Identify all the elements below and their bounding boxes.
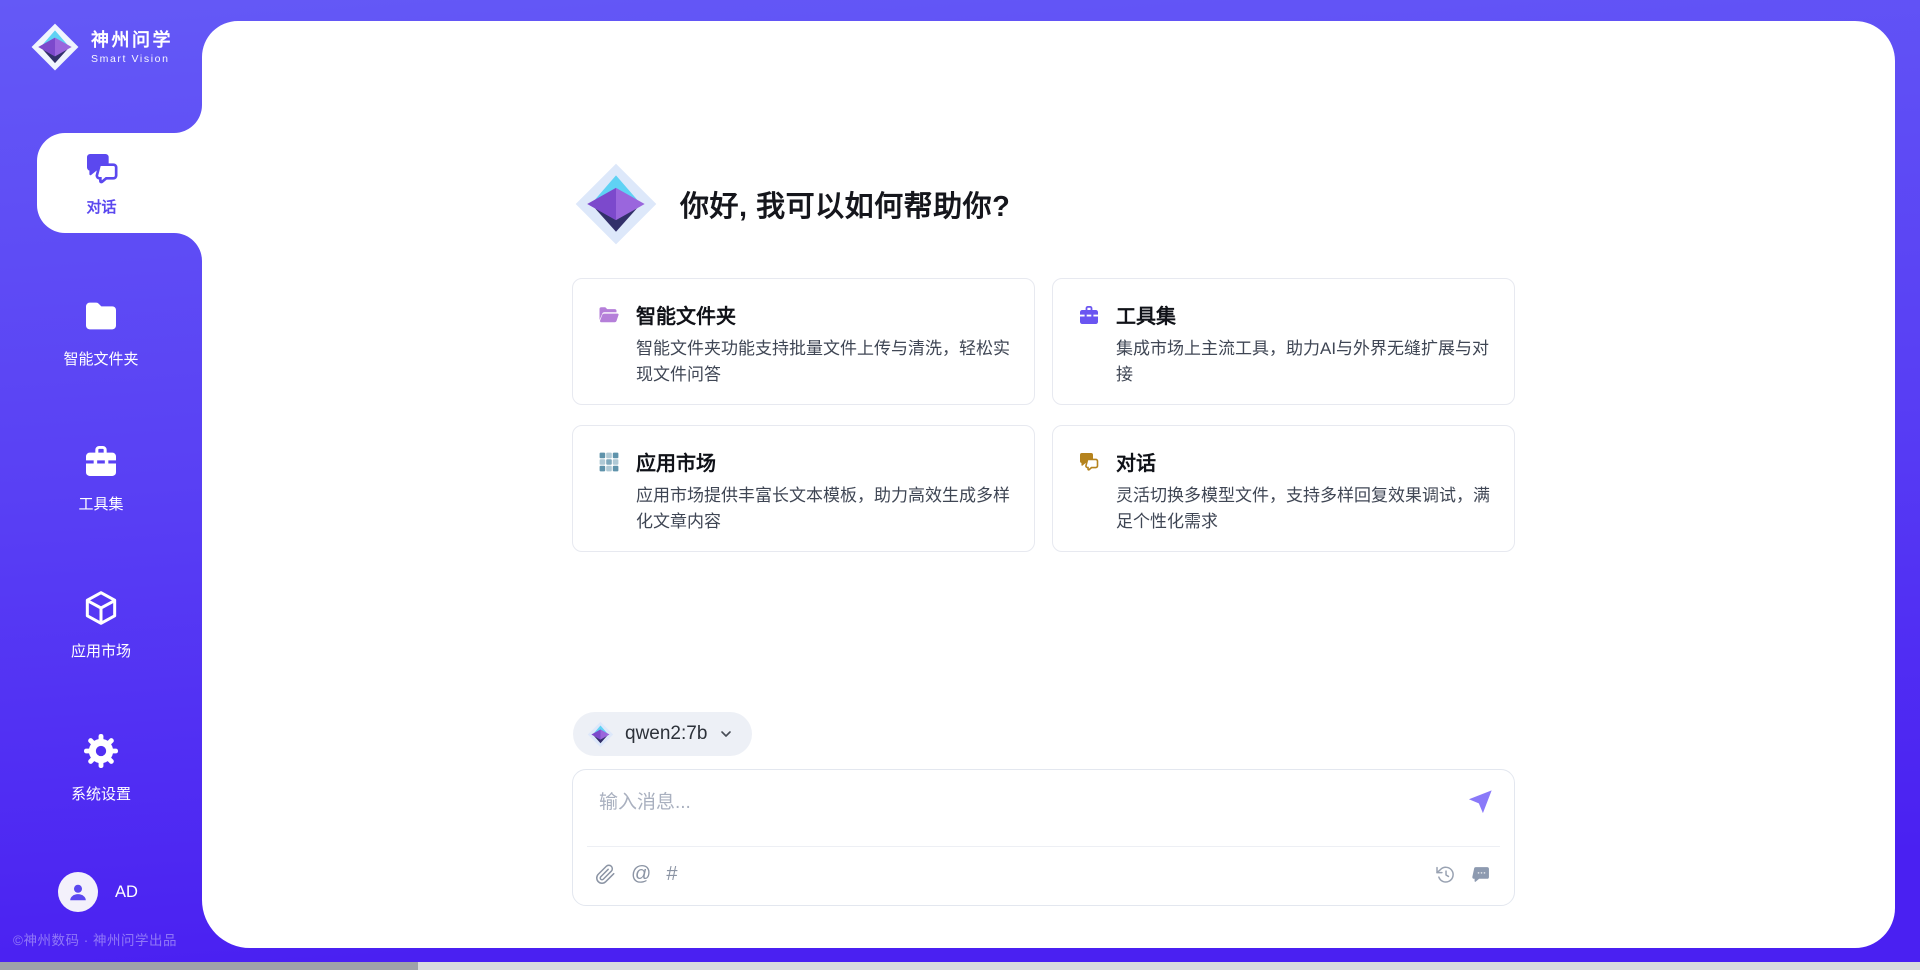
message-composer: @ # [572,769,1515,906]
greeting: 你好, 我可以如何帮助你? [573,161,1010,247]
message-input[interactable] [597,785,1421,841]
feedback-chat-icon[interactable] [1471,864,1492,885]
card-description: 智能文件夹功能支持批量文件上传与清洗，轻松实现文件问答 [636,336,1010,387]
model-selector[interactable]: qwen2:7b [573,712,752,756]
toolbox-icon [1077,303,1101,327]
avatar [58,872,98,912]
horizontal-scrollbar [0,962,1920,970]
cube-icon [81,588,121,628]
card-description: 集成市场上主流工具，助力AI与外界无缝扩展与对接 [1116,336,1490,387]
chat-icon [82,149,122,189]
composer-divider [587,846,1500,847]
card-title: 应用市场 [636,447,716,476]
feature-cards: 智能文件夹 智能文件夹功能支持批量文件上传与清洗，轻松实现文件问答 工具集 集成… [572,278,1516,552]
toolbox-icon [81,441,121,481]
scrollbar-thumb[interactable] [0,962,418,970]
sidebar-item-app-market[interactable]: 应用市场 [0,588,202,661]
brand-logo-icon [30,22,80,72]
assistant-logo-icon [573,161,659,247]
sidebar-item-label: 系统设置 [71,783,131,804]
greeting-title: 你好, 我可以如何帮助你? [680,183,1010,225]
gear-icon [81,731,121,771]
sidebar-item-label: 对话 [86,196,116,217]
card-title: 工具集 [1116,300,1176,329]
card-title: 对话 [1116,447,1156,476]
card-toolset[interactable]: 工具集 集成市场上主流工具，助力AI与外界无缝扩展与对接 [1052,278,1515,405]
attachment-icon[interactable] [595,864,616,885]
card-description: 应用市场提供丰富长文本模板，助力高效生成多样化文章内容 [636,483,1010,534]
brand: 神州问学 Smart Vision [30,22,173,72]
send-icon [1466,788,1494,816]
history-icon[interactable] [1435,864,1456,885]
sidebar-item-label: 智能文件夹 [63,348,138,369]
card-title: 智能文件夹 [636,300,736,329]
folder-open-icon [597,303,621,327]
user-profile[interactable]: AD [58,872,138,912]
grid-icon [597,450,621,474]
folder-icon [81,296,121,336]
app-root: 神州问学 Smart Vision 对话 智能文件夹 工具集 应用市场 [0,0,1920,970]
model-logo-icon [587,721,614,748]
brand-name: 神州问学 [91,29,173,52]
model-name: qwen2:7b [625,723,707,745]
sidebar-item-settings[interactable]: 系统设置 [0,731,202,804]
sidebar-item-toolset[interactable]: 工具集 [0,441,202,514]
card-app-market[interactable]: 应用市场 应用市场提供丰富长文本模板，助力高效生成多样化文章内容 [572,425,1035,552]
sidebar-item-chat[interactable]: 对话 [37,133,202,233]
brand-subtitle: Smart Vision [91,53,173,65]
send-button[interactable] [1466,788,1494,816]
sidebar-item-label: 应用市场 [71,640,131,661]
card-smart-folder[interactable]: 智能文件夹 智能文件夹功能支持批量文件上传与清洗，轻松实现文件问答 [572,278,1035,405]
copyright-text: ©神州数码 · 神州问学出品 [13,929,177,949]
mention-icon[interactable]: @ [631,864,651,884]
sidebar-item-smart-folder[interactable]: 智能文件夹 [0,296,202,369]
sidebar-item-label: 工具集 [78,493,123,514]
user-name: AD [115,883,138,902]
card-chat[interactable]: 对话 灵活切换多模型文件，支持多样回复效果调试，满足个性化需求 [1052,425,1515,552]
person-icon [65,879,91,905]
chat-icon [1077,450,1101,474]
hashtag-icon[interactable]: # [666,864,677,884]
chevron-down-icon [718,726,734,742]
card-description: 灵活切换多模型文件，支持多样回复效果调试，满足个性化需求 [1116,483,1490,534]
